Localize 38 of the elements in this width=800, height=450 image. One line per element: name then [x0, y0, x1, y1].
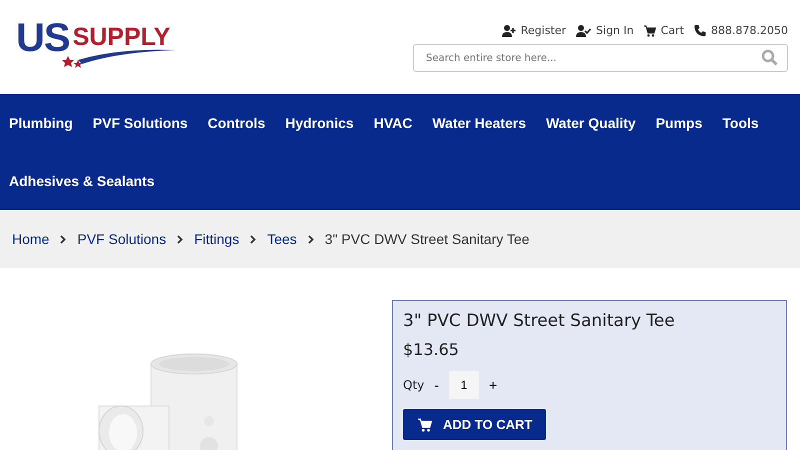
- qty-label: Qty: [403, 378, 424, 392]
- cart-icon: [644, 24, 656, 36]
- user-add-icon: [502, 24, 516, 36]
- nav-link[interactable]: HVAC: [374, 94, 412, 152]
- product-title: 3" PVC DWV Street Sanitary Tee: [403, 311, 676, 331]
- breadcrumb-link[interactable]: PVF Solutions: [77, 231, 166, 247]
- search-field[interactable]: Search entire store here...: [413, 44, 788, 72]
- breadcrumb-link[interactable]: Home: [12, 231, 50, 247]
- phone-link[interactable]: 888.878.2050: [694, 24, 788, 37]
- chevron-icon: [60, 234, 66, 244]
- nav-link[interactable]: Water Quality: [546, 94, 636, 152]
- nav-link[interactable]: Controls: [208, 94, 266, 152]
- cart-link[interactable]: Cart: [644, 24, 684, 37]
- register-link[interactable]: Register: [502, 24, 566, 37]
- chevron-icon: [177, 234, 184, 244]
- decrease-button[interactable]: -: [432, 377, 441, 393]
- nav-link[interactable]: PVF Solutions: [92, 94, 188, 152]
- nav-link[interactable]: Adhesives & Sealants: [9, 152, 155, 210]
- breadcrumb-link[interactable]: Tees: [267, 231, 297, 247]
- search-icon[interactable]: [761, 49, 778, 66]
- phone-icon: [694, 24, 706, 36]
- product-price: $13.65: [403, 340, 460, 359]
- breadcrumb-link[interactable]: Fittings: [194, 231, 240, 247]
- cart-icon: [417, 418, 433, 432]
- qty-field[interactable]: 1: [448, 371, 479, 399]
- nav-link[interactable]: Pumps: [656, 94, 702, 152]
- chevron-icon: [250, 234, 256, 244]
- logo[interactable]: USSUPPLY: [16, 14, 174, 74]
- signin-link[interactable]: Sign In: [576, 24, 634, 37]
- nav-link[interactable]: Water Heaters: [432, 94, 526, 152]
- increase-button[interactable]: +: [486, 377, 500, 393]
- nav-link[interactable]: Plumbing: [9, 94, 73, 152]
- chevron-icon: [308, 234, 314, 244]
- nav-link[interactable]: Tools: [722, 94, 759, 152]
- user-check-icon: [576, 24, 592, 36]
- breadcrumb-current: 3" PVC DWV Street Sanitary Tee: [324, 231, 530, 247]
- add-to-cart-button[interactable]: ADD TO CART: [403, 409, 546, 440]
- nav-link[interactable]: Hydronics: [285, 94, 354, 152]
